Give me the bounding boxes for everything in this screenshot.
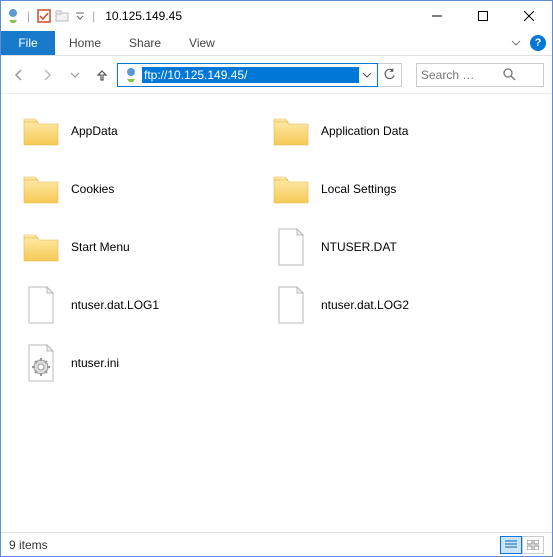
content-area[interactable]: AppData Application Data Cookies Local Sett… — [1, 94, 552, 532]
file-icon — [19, 341, 63, 385]
new-folder-icon[interactable] — [54, 8, 70, 24]
window-controls — [414, 1, 552, 31]
item-label: Cookies — [71, 182, 114, 196]
up-button[interactable] — [93, 66, 111, 84]
item-label: Application Data — [321, 124, 408, 138]
help-icon[interactable]: ? — [530, 35, 546, 51]
list-item[interactable]: Cookies — [5, 162, 255, 216]
location-icon — [123, 67, 139, 83]
tab-share[interactable]: Share — [115, 31, 175, 55]
item-label: ntuser.ini — [71, 356, 119, 370]
file-icon — [19, 283, 63, 327]
title-bar: | | 10.125.149.45 — [1, 1, 552, 31]
folder-icon — [269, 109, 313, 153]
search-placeholder: Search 10.125.14… — [421, 68, 480, 82]
status-bar: 9 items — [1, 532, 552, 556]
separator: | — [92, 9, 95, 23]
tab-view[interactable]: View — [175, 31, 229, 55]
list-item[interactable]: Start Menu — [5, 220, 255, 274]
details-view-button[interactable] — [500, 536, 522, 554]
item-label: Local Settings — [321, 182, 396, 196]
refresh-button[interactable] — [378, 63, 402, 87]
thumbnails-view-button[interactable] — [522, 536, 544, 554]
list-item[interactable]: ntuser.dat.LOG2 — [255, 278, 505, 332]
back-button[interactable] — [9, 65, 29, 85]
list-item[interactable]: AppData — [5, 104, 255, 158]
navigation-bar: ftp://10.125.149.45/ Search 10.125.14… — [1, 56, 552, 94]
search-input[interactable]: Search 10.125.14… — [416, 63, 544, 87]
item-label: AppData — [71, 124, 118, 138]
tab-home[interactable]: Home — [55, 31, 115, 55]
item-label: NTUSER.DAT — [321, 240, 397, 254]
folder-icon — [19, 109, 63, 153]
forward-button[interactable] — [37, 65, 57, 85]
file-tab[interactable]: File — [1, 31, 55, 55]
app-icon — [5, 8, 21, 24]
maximize-button[interactable] — [460, 1, 506, 31]
qat-dropdown-icon[interactable] — [72, 8, 88, 24]
view-toggle — [500, 536, 544, 554]
close-button[interactable] — [506, 1, 552, 31]
address-bar[interactable]: ftp://10.125.149.45/ — [117, 63, 378, 87]
folder-icon — [19, 167, 63, 211]
item-label: Start Menu — [71, 240, 130, 254]
list-item[interactable]: ntuser.dat.LOG1 — [5, 278, 255, 332]
window-title: 10.125.149.45 — [105, 9, 182, 23]
ribbon: File Home Share View ? — [1, 31, 552, 56]
folder-icon — [19, 225, 63, 269]
item-label: ntuser.dat.LOG2 — [321, 298, 409, 312]
recent-locations-icon[interactable] — [65, 65, 85, 85]
address-dropdown-icon[interactable] — [359, 70, 375, 80]
expand-ribbon-icon[interactable] — [508, 35, 524, 51]
search-icon — [480, 68, 539, 82]
list-item[interactable]: Application Data — [255, 104, 505, 158]
list-item[interactable]: Local Settings — [255, 162, 505, 216]
item-label: ntuser.dat.LOG1 — [71, 298, 159, 312]
separator: | — [27, 9, 30, 23]
quick-access-toolbar: | — [5, 8, 88, 24]
file-icon — [269, 283, 313, 327]
list-item[interactable]: NTUSER.DAT — [255, 220, 505, 274]
properties-icon[interactable] — [36, 8, 52, 24]
list-item[interactable]: ntuser.ini — [5, 336, 255, 390]
status-text: 9 items — [9, 538, 48, 552]
address-text[interactable]: ftp://10.125.149.45/ — [142, 67, 359, 83]
file-icon — [269, 225, 313, 269]
minimize-button[interactable] — [414, 1, 460, 31]
folder-icon — [269, 167, 313, 211]
